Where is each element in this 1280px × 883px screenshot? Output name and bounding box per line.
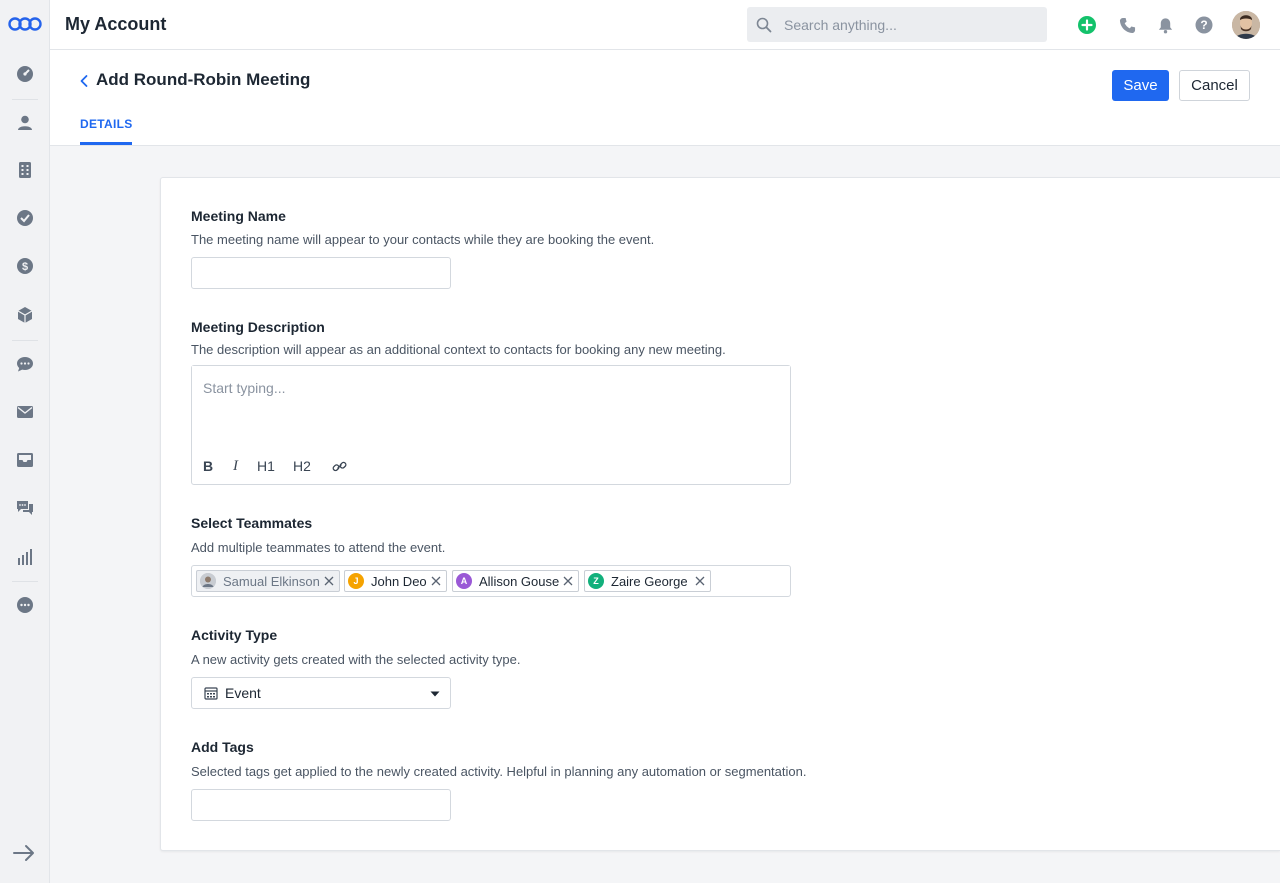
tags-label: Add Tags xyxy=(191,739,254,755)
nav-reports[interactable] xyxy=(0,537,49,577)
top-bar: My Account ? xyxy=(50,0,1280,50)
cancel-button[interactable]: Cancel xyxy=(1179,70,1250,101)
activity-type-label: Activity Type xyxy=(191,627,278,643)
meeting-name-label: Meeting Name xyxy=(191,208,286,224)
email-icon xyxy=(16,406,33,418)
nav-deals[interactable]: $ xyxy=(0,246,49,286)
description-editor: B I H1 H2 xyxy=(191,365,791,485)
dashboard-icon xyxy=(16,66,33,82)
h2-button[interactable]: H2 xyxy=(293,458,311,474)
caret-down-icon xyxy=(430,691,440,697)
remove-chip-icon[interactable] xyxy=(431,576,441,586)
teammates-help: Add multiple teammates to attend the eve… xyxy=(191,540,446,555)
expand-arrow-icon[interactable] xyxy=(12,842,36,864)
h1-button[interactable]: H1 xyxy=(257,458,275,474)
activity-type-value: Event xyxy=(225,685,261,701)
products-icon xyxy=(17,307,32,323)
user-avatar[interactable] xyxy=(1232,11,1260,39)
nav-dashboard[interactable] xyxy=(0,54,49,94)
nav-accounts[interactable] xyxy=(0,150,49,190)
teammate-chip: Z Zaire George xyxy=(584,570,711,592)
teammate-name: Samual Elkinson xyxy=(223,573,320,589)
nav-contacts[interactable] xyxy=(0,103,49,143)
nav-more[interactable] xyxy=(0,585,49,625)
tasks-icon xyxy=(16,210,33,226)
accounts-icon xyxy=(18,162,31,178)
search-input[interactable] xyxy=(784,16,1024,33)
meeting-description-help: The description will appear as an additi… xyxy=(191,342,726,357)
notifications-button[interactable] xyxy=(1155,15,1175,35)
person-photo-icon xyxy=(200,573,216,589)
remove-chip-icon[interactable] xyxy=(563,576,573,586)
search-bar[interactable] xyxy=(747,7,1047,42)
nav-messages[interactable] xyxy=(0,488,49,528)
page-header: Add Round-Robin Meeting Save Cancel DETA… xyxy=(50,50,1280,146)
help-icon: ? xyxy=(1195,16,1213,34)
deals-icon: $ xyxy=(16,258,33,274)
teammate-name: Zaire George xyxy=(611,573,688,589)
svg-text:?: ? xyxy=(1200,18,1207,32)
teammate-chip: J John Deo xyxy=(344,570,447,592)
tab-active-indicator xyxy=(80,142,132,145)
teammate-chip: A Allison Gouse xyxy=(452,570,579,592)
search-icon xyxy=(756,17,772,32)
remove-chip-icon[interactable] xyxy=(324,576,334,586)
tags-help: Selected tags get applied to the newly c… xyxy=(191,764,807,779)
reports-icon xyxy=(17,549,32,565)
tags-input[interactable] xyxy=(191,789,451,821)
meeting-name-help: The meeting name will appear to your con… xyxy=(191,232,655,247)
description-textarea[interactable] xyxy=(192,366,790,446)
link-icon[interactable] xyxy=(332,459,347,474)
user-avatar-icon xyxy=(1232,11,1260,39)
help-button[interactable]: ? xyxy=(1194,15,1214,35)
logo-icon[interactable] xyxy=(8,15,42,33)
teammate-avatar: A xyxy=(456,573,472,589)
chat-icon xyxy=(16,357,33,372)
messages-icon xyxy=(16,501,33,515)
meeting-description-label: Meeting Description xyxy=(191,319,325,335)
teammate-name: Allison Gouse xyxy=(479,573,560,589)
calendar-icon xyxy=(204,687,218,700)
page-title: Add Round-Robin Meeting xyxy=(96,70,311,89)
bell-icon xyxy=(1158,17,1172,33)
inbox-icon xyxy=(16,453,33,467)
more-icon xyxy=(16,597,33,613)
remove-chip-icon[interactable] xyxy=(695,576,705,586)
bold-button[interactable]: B xyxy=(203,458,213,474)
nav-tasks[interactable] xyxy=(0,198,49,238)
app-title: My Account xyxy=(65,14,167,34)
teammates-label: Select Teammates xyxy=(191,515,313,531)
teammate-avatar xyxy=(200,573,216,589)
tab-details[interactable]: DETAILS xyxy=(80,117,133,131)
phone-icon xyxy=(1119,17,1135,33)
sidebar: $ xyxy=(0,0,50,883)
back-arrow-icon[interactable] xyxy=(78,73,90,89)
nav-email[interactable] xyxy=(0,392,49,432)
nav-chat[interactable] xyxy=(0,344,49,384)
phone-button[interactable] xyxy=(1117,15,1137,35)
nav-products[interactable] xyxy=(0,295,49,335)
form-card: Meeting Name The meeting name will appea… xyxy=(160,177,1280,851)
activity-type-select[interactable]: Event xyxy=(191,677,451,709)
svg-text:$: $ xyxy=(21,261,27,273)
contacts-icon xyxy=(17,115,32,130)
activity-type-help: A new activity gets created with the sel… xyxy=(191,652,521,667)
teammate-name: John Deo xyxy=(371,573,427,589)
italic-button[interactable]: I xyxy=(233,458,238,475)
teammate-chip: Samual Elkinson xyxy=(196,570,340,592)
save-button[interactable]: Save xyxy=(1112,70,1169,101)
meeting-name-input[interactable] xyxy=(191,257,451,289)
teammates-select[interactable]: Samual Elkinson J John Deo A Allison Gou… xyxy=(191,565,791,597)
teammate-avatar: Z xyxy=(588,573,604,589)
teammate-avatar: J xyxy=(348,573,364,589)
add-button[interactable] xyxy=(1077,15,1097,35)
plus-circle-icon xyxy=(1078,16,1096,34)
nav-inbox[interactable] xyxy=(0,440,49,480)
